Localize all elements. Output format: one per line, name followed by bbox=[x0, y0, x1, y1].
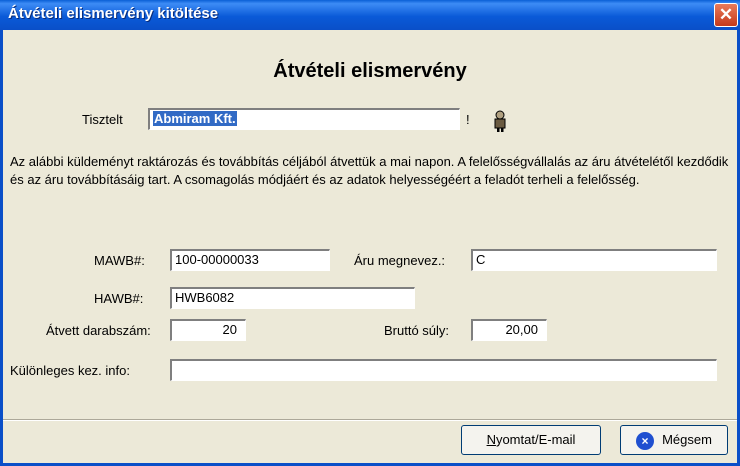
exclamation-text: ! bbox=[466, 112, 470, 127]
cancel-button[interactable]: × Mégsem bbox=[620, 425, 728, 455]
cancel-button-label: Mégsem bbox=[662, 432, 712, 447]
recipient-value: Abmiram Kft. bbox=[153, 111, 237, 126]
form-heading: Átvételi elismervény bbox=[273, 60, 467, 82]
print-email-button[interactable]: Nyomtat/E-mail bbox=[461, 425, 601, 455]
goods-label: Áru megnevez.: bbox=[354, 253, 446, 268]
pieces-input[interactable]: 20 bbox=[170, 319, 246, 341]
pieces-label: Átvett darabszám: bbox=[46, 323, 151, 338]
weight-input[interactable]: 20,00 bbox=[471, 319, 547, 341]
hawb-input[interactable]: HWB6082 bbox=[170, 287, 415, 309]
x-circle-icon: × bbox=[636, 431, 655, 450]
dialog-frame bbox=[0, 30, 740, 466]
window-title: Átvételi elismervény kitöltése bbox=[8, 5, 219, 22]
goods-input[interactable]: C bbox=[471, 249, 717, 271]
greeting-label: Tisztelt bbox=[82, 112, 123, 127]
print-button-label: yomtat/E-mail bbox=[495, 432, 576, 447]
button-divider bbox=[3, 419, 737, 421]
hawb-label: HAWB#: bbox=[94, 291, 144, 306]
print-accel-key: N bbox=[486, 432, 496, 447]
weight-label: Bruttó súly: bbox=[384, 323, 450, 338]
title-bar[interactable]: Átvételi elismervény kitöltése ✕ bbox=[0, 0, 740, 30]
close-button[interactable]: ✕ bbox=[714, 3, 738, 27]
notice-paragraph: Az alábbi küldeményt raktározás és továb… bbox=[10, 154, 729, 187]
person-icon[interactable] bbox=[491, 110, 509, 132]
special-label: Különleges kez. info: bbox=[10, 363, 130, 378]
recipient-input[interactable]: Abmiram Kft. bbox=[148, 108, 460, 130]
mawb-input[interactable]: 100-00000033 bbox=[170, 249, 330, 271]
special-input[interactable] bbox=[170, 359, 717, 381]
mawb-label: MAWB#: bbox=[94, 253, 145, 268]
